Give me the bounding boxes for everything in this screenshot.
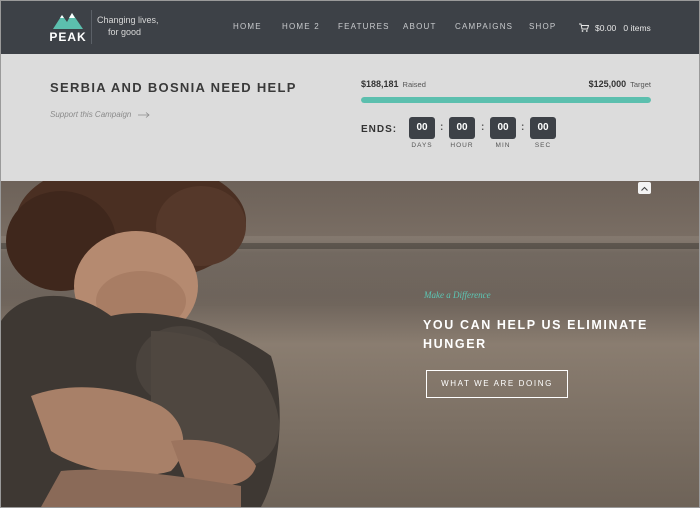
nav-home[interactable]: HOME bbox=[233, 22, 262, 31]
support-campaign-link[interactable]: Support this Campaign bbox=[50, 110, 150, 119]
nav-shop[interactable]: SHOP bbox=[529, 22, 556, 31]
hero-headline: YOU CAN HELP US ELIMINATE HUNGER bbox=[423, 318, 648, 351]
cart-count: 0 items bbox=[623, 23, 651, 33]
countdown-hours: 00 HOUR bbox=[449, 117, 475, 149]
tagline-line-2: for good bbox=[108, 27, 142, 37]
ends-label: ENDS: bbox=[361, 124, 398, 135]
nav-features[interactable]: FEATURES bbox=[338, 22, 390, 31]
countdown-separator: : bbox=[481, 122, 485, 133]
logo-divider bbox=[91, 10, 92, 44]
campaign-summary: SERBIA AND BOSNIA NEED HELP Support this… bbox=[1, 54, 699, 181]
raised-amount: $188,181 Raised bbox=[361, 79, 426, 89]
scroll-up-button[interactable] bbox=[638, 182, 651, 194]
chevron-up-icon bbox=[641, 186, 648, 191]
browser-frame: PEAK Changing lives, for good HOME HOME … bbox=[0, 0, 700, 508]
hero-eyebrow: Make a Difference bbox=[424, 290, 491, 300]
countdown-seconds-value: 00 bbox=[530, 117, 556, 139]
countdown-seconds: 00 SEC bbox=[530, 117, 556, 149]
countdown-minutes-unit: MIN bbox=[495, 142, 511, 149]
brand-tagline: Changing lives, for good bbox=[97, 14, 159, 38]
shopping-cart-icon bbox=[579, 23, 589, 32]
funding-progress-bar bbox=[361, 97, 651, 103]
countdown-days-value: 00 bbox=[409, 117, 435, 139]
nav-campaigns[interactable]: CAMPAIGNS bbox=[455, 22, 513, 31]
mountain-logo-icon bbox=[53, 13, 83, 29]
countdown-separator: : bbox=[440, 122, 444, 133]
logo-wordmark: PEAK bbox=[49, 30, 87, 44]
hero-child-photo bbox=[1, 181, 280, 507]
raised-label: Raised bbox=[402, 80, 426, 89]
raised-value: $188,181 bbox=[361, 79, 399, 89]
target-value: $125,000 bbox=[588, 79, 627, 89]
countdown-separator: : bbox=[521, 122, 525, 133]
peak-logo[interactable]: PEAK bbox=[49, 11, 87, 45]
countdown-seconds-unit: SEC bbox=[534, 142, 552, 149]
site-header: PEAK Changing lives, for good HOME HOME … bbox=[1, 1, 699, 54]
hero-banner: Make a Difference YOU CAN HELP US ELIMIN… bbox=[1, 181, 699, 507]
campaign-title[interactable]: SERBIA AND BOSNIA NEED HELP bbox=[50, 80, 297, 95]
cart-summary[interactable]: $0.00 0 items bbox=[579, 22, 651, 33]
nav-about[interactable]: ABOUT bbox=[403, 22, 437, 31]
target-amount: $125,000 Target bbox=[589, 79, 651, 89]
tagline-line-1: Changing lives, bbox=[97, 15, 159, 25]
support-link-label: Support this Campaign bbox=[50, 110, 132, 119]
what-we-are-doing-button[interactable]: WHAT WE ARE DOING bbox=[426, 370, 568, 398]
funding-progress-fill bbox=[361, 97, 651, 103]
countdown-days: 00 DAYS bbox=[409, 117, 435, 149]
countdown-minutes: 00 MIN bbox=[490, 117, 516, 149]
target-label: Target bbox=[630, 80, 651, 89]
cart-amount: $0.00 bbox=[595, 23, 617, 33]
countdown-days-unit: DAYS bbox=[411, 142, 433, 149]
arrow-right-icon bbox=[137, 112, 150, 118]
countdown-hours-unit: HOUR bbox=[450, 142, 474, 149]
countdown-hours-value: 00 bbox=[449, 117, 475, 139]
countdown-minutes-value: 00 bbox=[490, 117, 516, 139]
nav-home-2[interactable]: HOME 2 bbox=[282, 22, 320, 31]
